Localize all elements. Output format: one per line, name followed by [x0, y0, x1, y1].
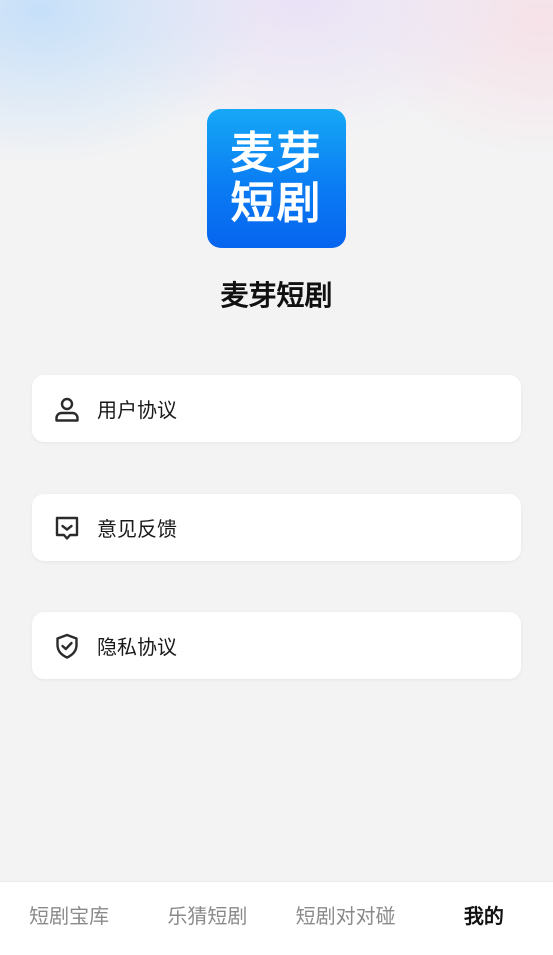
tab-mine[interactable]: 我的 — [415, 882, 553, 955]
tab-short-drama-library[interactable]: 短剧宝库 — [0, 882, 138, 955]
menu-item-feedback[interactable]: 意见反馈 — [32, 494, 521, 561]
tab-guess-short-drama[interactable]: 乐猜短剧 — [138, 882, 276, 955]
shield-check-icon — [53, 632, 81, 660]
menu-item-label: 意见反馈 — [97, 517, 177, 541]
logo-text-line1: 麦芽 — [230, 127, 323, 179]
logo-text-line2: 短剧 — [230, 177, 323, 229]
tab-short-drama-match[interactable]: 短剧对对碰 — [277, 882, 415, 955]
menu-item-user-agreement[interactable]: 用户协议 — [32, 375, 521, 442]
app-name: 麦芽短剧 — [220, 279, 333, 312]
feedback-icon — [53, 514, 81, 542]
user-icon — [53, 395, 81, 423]
app-logo: 麦芽 短剧 — [207, 109, 346, 248]
menu-item-label: 隐私协议 — [97, 635, 177, 659]
bottom-tab-bar: 短剧宝库 乐猜短剧 短剧对对碰 我的 — [0, 881, 553, 955]
menu-item-label: 用户协议 — [97, 398, 177, 422]
menu-item-privacy-policy[interactable]: 隐私协议 — [32, 612, 521, 679]
